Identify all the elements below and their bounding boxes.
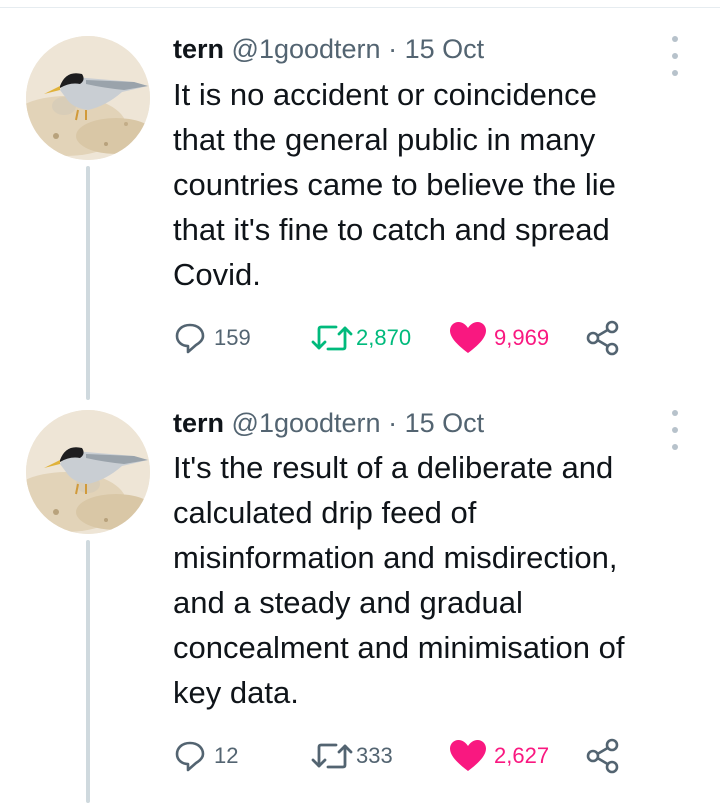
separator-dot: · — [388, 34, 398, 64]
share-icon — [586, 738, 619, 774]
tweet-text-line: Covid. — [173, 257, 261, 292]
tweet-text-line: and a steady and gradual — [173, 585, 523, 620]
tweet-text-line: It's the result of a deliberate and — [173, 450, 614, 485]
thread-connector-line — [86, 540, 90, 803]
like-count: 2,627 — [494, 743, 550, 768]
retweet-count: 333 — [356, 743, 393, 768]
tweet-2[interactable]: tern @1goodtern · 15 Oct It's the result… — [0, 400, 720, 803]
tweet-text-line: concealment and minimisation of — [173, 630, 625, 665]
like-count: 9,969 — [494, 325, 550, 350]
share-icon — [586, 320, 619, 356]
more-vertical-icon[interactable] — [668, 36, 682, 76]
separator-dot: · — [388, 408, 398, 438]
reply-count: 159 — [214, 325, 251, 350]
tweet-actions: 159 2,870 9,969 — [172, 318, 642, 358]
tweet-text-line: calculated drip feed of — [173, 495, 477, 530]
user-handle[interactable]: @1goodtern — [232, 408, 381, 438]
tweet-text: It's the result of a deliberate and calc… — [173, 445, 693, 715]
reply-button[interactable]: 159 — [172, 318, 251, 358]
retweet-arrows-icon — [311, 743, 353, 769]
display-name[interactable]: tern — [173, 408, 224, 438]
tweet-text-line: misinformation and misdirection, — [173, 540, 618, 575]
tern-avatar-image — [26, 36, 150, 160]
tweet-text-line: key data. — [173, 675, 299, 710]
heart-icon — [450, 740, 486, 771]
tweet-header: tern @1goodtern · 15 Oct — [173, 406, 484, 440]
heart-icon — [450, 322, 486, 353]
retweet-count: 2,870 — [356, 325, 412, 350]
reply-count: 12 — [214, 743, 239, 768]
tweet-text-line: that the general public in many — [173, 122, 596, 157]
tweet-date[interactable]: 15 Oct — [405, 408, 485, 438]
retweet-button[interactable]: 333 — [310, 736, 393, 776]
reply-bubble-icon — [175, 741, 205, 772]
tweet-text-line: countries came to believe the lie — [173, 167, 616, 202]
retweet-arrows-icon — [311, 325, 353, 351]
avatar[interactable] — [26, 410, 150, 534]
like-button[interactable]: 2,627 — [448, 736, 549, 776]
tern-avatar-image — [26, 410, 150, 534]
tweet-actions: 12 333 2,627 — [172, 736, 642, 776]
like-button[interactable]: 9,969 — [448, 318, 549, 358]
reply-button[interactable]: 12 — [172, 736, 238, 776]
thread-connector-line — [86, 166, 90, 400]
avatar[interactable] — [26, 36, 150, 160]
reply-bubble-icon — [175, 323, 205, 354]
tweet-text: It is no accident or coincidence that th… — [173, 72, 693, 297]
tweet-header: tern @1goodtern · 15 Oct — [173, 32, 484, 66]
tweet-text-line: It is no accident or coincidence — [173, 77, 597, 112]
tweet-text-line: that it's fine to catch and spread — [173, 212, 610, 247]
share-button[interactable] — [584, 318, 622, 358]
user-handle[interactable]: @1goodtern — [232, 34, 381, 64]
tweet-date[interactable]: 15 Oct — [405, 34, 485, 64]
tweet-1[interactable]: tern @1goodtern · 15 Oct It is no accide… — [0, 0, 720, 400]
display-name[interactable]: tern — [173, 34, 224, 64]
share-button[interactable] — [584, 736, 622, 776]
more-vertical-icon[interactable] — [668, 410, 682, 450]
retweet-button[interactable]: 2,870 — [310, 318, 411, 358]
